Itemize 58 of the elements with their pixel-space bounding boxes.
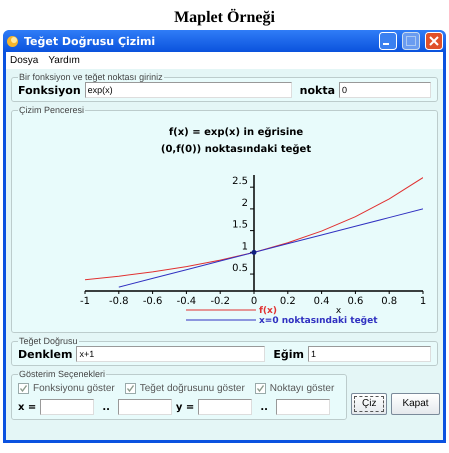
chart-title: (0,f(0)) noktasındaki teğet xyxy=(160,144,312,155)
checkbox-label: Noktayı göster xyxy=(270,383,334,394)
x-tick-label: -0.2 xyxy=(210,296,230,307)
legend-label: x=0 noktasındaki teğet xyxy=(259,316,378,326)
group-title: Gösterim Seçenekleri xyxy=(18,369,106,379)
minimize-button[interactable] xyxy=(379,32,397,50)
dialog-button[interactable]: Çiz xyxy=(351,392,388,414)
range-label: y = xyxy=(176,402,194,412)
x-tick-label: 0.6 xyxy=(347,296,364,307)
checkbox[interactable] xyxy=(18,383,29,394)
window-title: Teğet Doğrusu Çizimi xyxy=(24,34,156,48)
checkbox[interactable] xyxy=(254,383,266,394)
group-title: Teğet Doğrusu xyxy=(18,336,79,346)
app-logo-icon xyxy=(6,34,19,48)
x-tick-label: 0.4 xyxy=(314,296,330,307)
field-label: Denklem xyxy=(18,348,72,360)
page-title: Maplet Örneği xyxy=(174,9,275,26)
x-tick-label: -0.4 xyxy=(176,296,196,307)
x-axis-label: x xyxy=(336,306,342,316)
x-tick-label: 0.2 xyxy=(280,296,296,307)
chart-title: f(x) = exp(x) in eğrisine xyxy=(168,127,304,138)
maximize-button[interactable] xyxy=(402,32,420,50)
y-tick-label: 2.5 xyxy=(232,176,248,188)
range-field[interactable] xyxy=(40,399,94,415)
field-label: nokta xyxy=(300,84,335,96)
range-field[interactable] xyxy=(276,399,330,415)
y-tick-label: 1 xyxy=(242,241,248,252)
input-field[interactable]: exp(x) xyxy=(84,82,292,98)
input-field[interactable]: 1 xyxy=(308,346,431,362)
group-title: Bir fonksiyon ve teğet noktası giriniz xyxy=(18,72,164,82)
close-button[interactable] xyxy=(425,32,443,50)
checkbox-label: Teğet doğrusunu göster xyxy=(140,383,245,394)
range-separator: .. xyxy=(102,402,110,412)
field-label: Eğim xyxy=(273,348,304,360)
x-tick-label: -0.6 xyxy=(142,296,162,307)
input-field[interactable]: 0 xyxy=(339,82,431,98)
range-field[interactable] xyxy=(118,399,172,415)
y-tick-label: 2 xyxy=(242,198,248,209)
range-separator: .. xyxy=(260,402,268,412)
field-label: Fonksiyon xyxy=(18,84,81,96)
range-label: x = xyxy=(18,402,36,412)
input-field[interactable]: x+1 xyxy=(76,346,266,362)
menu-item[interactable]: Yardım xyxy=(48,55,80,66)
y-tick-label: 0.5 xyxy=(232,263,248,274)
range-field[interactable] xyxy=(198,399,252,415)
menu-item[interactable]: Dosya xyxy=(10,55,38,66)
x-tick-label: -0.8 xyxy=(109,296,129,307)
x-tick-label: -1 xyxy=(80,296,90,307)
checkbox[interactable] xyxy=(124,383,136,394)
checkbox-label: Fonksiyonu göster xyxy=(33,383,115,394)
group-title: Çizim Penceresi xyxy=(18,105,86,115)
legend-label: f(x) xyxy=(259,306,277,316)
dialog-button[interactable]: Kapat xyxy=(391,392,440,414)
x-tick-label: 1 xyxy=(420,296,426,307)
x-tick-label: 0.8 xyxy=(381,296,398,307)
tangent-point xyxy=(252,250,256,255)
y-tick-label: 1.5 xyxy=(232,220,248,231)
x-tick-label: 0 xyxy=(250,296,258,307)
